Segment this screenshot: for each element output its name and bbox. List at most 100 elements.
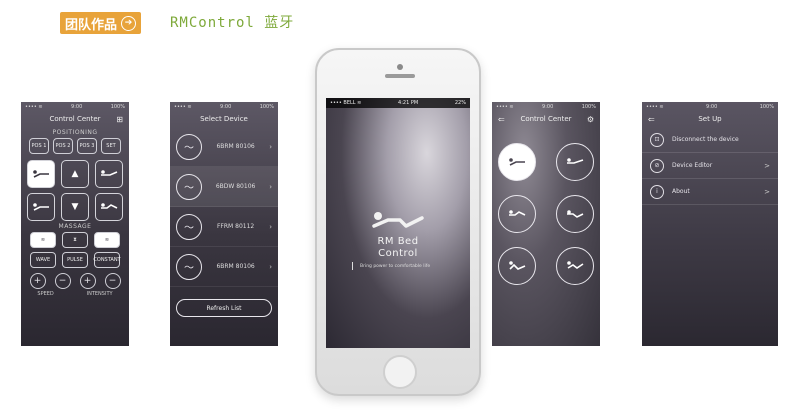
status-bar: •••• ≋ 9:00 100% bbox=[170, 102, 278, 111]
status-bar: •••• ≋ 9:00 100% bbox=[21, 102, 129, 111]
select-device-screen: •••• ≋ 9:00 100% Select Device 〜 6BRM 80… bbox=[170, 102, 278, 346]
intensity-plus-button[interactable]: + bbox=[79, 273, 96, 289]
control-labels: SPEED INTENSITY bbox=[21, 291, 129, 297]
flag-icon bbox=[352, 262, 358, 270]
setup-item-device-editor[interactable]: ⊘ Device Editor > bbox=[642, 153, 778, 179]
foot-down-icon[interactable] bbox=[556, 195, 594, 233]
app-name-line2: Control bbox=[378, 248, 418, 259]
bed-device-icon: 〜 bbox=[176, 173, 202, 200]
status-time: 9:00 bbox=[71, 103, 83, 110]
setup-screen: •••• ≋ 9:00 100% ⇐ Set Up ⊡ Disconnect t… bbox=[642, 102, 778, 346]
massage-zones: ≋ ⧗ ≋ bbox=[21, 230, 129, 250]
chevron-right-icon: › bbox=[269, 262, 272, 271]
chevron-right-icon: › bbox=[269, 142, 272, 151]
carrier-indicator: •••• BELL ≋ bbox=[330, 100, 362, 106]
pulse-button[interactable]: PULSE bbox=[62, 252, 88, 268]
massage-label: MASSAGE bbox=[58, 223, 92, 230]
wave-button[interactable]: WAVE bbox=[30, 252, 56, 268]
positioning-label: POSITIONING bbox=[52, 129, 98, 136]
arrow-down-icon[interactable]: ▼ bbox=[61, 193, 89, 221]
info-icon: i bbox=[650, 184, 664, 199]
setup-item-disconnect[interactable]: ⊡ Disconnect the device bbox=[642, 127, 778, 153]
status-time: 4:21 PM bbox=[398, 100, 419, 106]
splash-screen: •••• BELL ≋ 4:21 PM 22% RM Bed Control B… bbox=[326, 98, 470, 348]
signal-indicator: •••• ≋ bbox=[174, 103, 192, 110]
speed-label: SPEED bbox=[37, 291, 54, 297]
zero-gravity-icon[interactable] bbox=[556, 247, 594, 285]
device-name: 6BRM 80106 bbox=[216, 143, 255, 150]
settings-icon[interactable]: ⚙ bbox=[587, 115, 594, 124]
settings-sliders-icon[interactable]: ⊞ bbox=[116, 115, 123, 124]
foot-up-icon[interactable] bbox=[498, 195, 536, 233]
foot-up-bed-icon[interactable] bbox=[95, 160, 123, 188]
nav-bar: Select Device bbox=[170, 111, 278, 127]
pos-2-button[interactable]: POS 2 bbox=[53, 138, 73, 154]
setup-item-about[interactable]: i About > bbox=[642, 179, 778, 205]
status-time: 9:00 bbox=[542, 103, 554, 110]
setup-item-label: Disconnect the device bbox=[672, 136, 739, 143]
massage-modes: WAVE PULSE CONSTANT bbox=[21, 250, 129, 270]
intensity-label: INTENSITY bbox=[86, 291, 113, 297]
massage-timer-icon[interactable]: ⧗ bbox=[62, 232, 88, 248]
screen-title: Control Center bbox=[520, 115, 572, 123]
set-button[interactable]: SET bbox=[101, 138, 121, 154]
status-bar: •••• BELL ≋ 4:21 PM 22% bbox=[326, 98, 470, 108]
app-name: RM Bed Control bbox=[326, 236, 470, 260]
arrow-up-icon[interactable]: ▲ bbox=[61, 160, 89, 188]
setup-item-label: Device Editor bbox=[672, 162, 713, 169]
bed-control-grid: ▲ ▼ bbox=[21, 160, 129, 221]
device-row[interactable]: 〜 FFRM 80112 › bbox=[170, 207, 278, 247]
position-presets: POS 1 POS 2 POS 3 SET bbox=[21, 136, 129, 156]
screen-title: Select Device bbox=[200, 115, 248, 123]
head-up-icon[interactable] bbox=[498, 143, 536, 181]
pos-3-button[interactable]: POS 3 bbox=[77, 138, 97, 154]
nav-bar: ⇐ Control Center ⚙ bbox=[492, 111, 600, 127]
bed-device-icon: 〜 bbox=[176, 213, 202, 240]
tagline-text: Bring power to comfortable life bbox=[360, 263, 431, 269]
team-works-badge: 团队作品 ➔ bbox=[60, 12, 142, 34]
position-buttons bbox=[492, 143, 600, 285]
chevron-right-icon: › bbox=[269, 182, 272, 191]
tv-position-icon[interactable] bbox=[498, 247, 536, 285]
flat-bed-icon[interactable] bbox=[95, 193, 123, 221]
massage-head-icon[interactable]: ≋ bbox=[30, 232, 56, 248]
pos-1-button[interactable]: POS 1 bbox=[29, 138, 49, 154]
home-button[interactable] bbox=[383, 355, 417, 389]
speed-minus-button[interactable]: − bbox=[54, 273, 71, 289]
position-control-screen: •••• ≋ 9:00 100% ⇐ Control Center ⚙ bbox=[492, 102, 600, 346]
device-row[interactable]: 〜 6BRM 80106 › bbox=[170, 127, 278, 167]
speed-plus-button[interactable]: + bbox=[29, 273, 46, 289]
device-row[interactable]: 〜 6BRM 80106 › bbox=[170, 247, 278, 287]
nav-bar: Control Center ⊞ bbox=[21, 111, 129, 127]
bed-device-icon: 〜 bbox=[176, 133, 202, 160]
setup-item-label: About bbox=[672, 188, 690, 195]
signal-indicator: •••• ≋ bbox=[25, 103, 43, 110]
back-icon[interactable]: ⇐ bbox=[498, 115, 505, 124]
back-icon[interactable]: ⇐ bbox=[648, 115, 655, 124]
battery-indicator: 100% bbox=[759, 103, 774, 110]
device-name: FFRM 80112 bbox=[216, 223, 255, 230]
constant-button[interactable]: CONSTANT bbox=[93, 252, 121, 268]
massage-foot-icon[interactable]: ≋ bbox=[94, 232, 120, 248]
head-down-icon[interactable] bbox=[556, 143, 594, 181]
battery-indicator: 22% bbox=[454, 100, 466, 106]
battery-indicator: 100% bbox=[259, 103, 274, 110]
nav-bar: ⇐ Set Up bbox=[642, 111, 778, 127]
device-row[interactable]: 〜 6BDW 80106 › bbox=[170, 167, 278, 207]
earpiece-speaker bbox=[385, 74, 415, 78]
intensity-minus-button[interactable]: − bbox=[104, 273, 121, 289]
tagline: Bring power to comfortable life bbox=[352, 262, 430, 270]
battery-indicator: 100% bbox=[110, 103, 125, 110]
head-down-bed-icon[interactable] bbox=[27, 193, 55, 221]
status-bar: •••• ≋ 9:00 100% bbox=[492, 102, 600, 111]
screen-title: Set Up bbox=[698, 115, 722, 123]
arrow-right-icon: ➔ bbox=[121, 15, 137, 31]
refresh-list-button[interactable]: Refresh List bbox=[176, 299, 272, 317]
lock-icon: ⊡ bbox=[650, 132, 664, 147]
battery-indicator: 100% bbox=[581, 103, 596, 110]
device-name: 6BRM 80106 bbox=[216, 263, 255, 270]
head-up-bed-icon[interactable] bbox=[27, 160, 55, 188]
bed-device-icon: 〜 bbox=[176, 253, 202, 280]
signal-indicator: •••• ≋ bbox=[646, 103, 664, 110]
app-name-line1: RM Bed bbox=[377, 236, 419, 247]
